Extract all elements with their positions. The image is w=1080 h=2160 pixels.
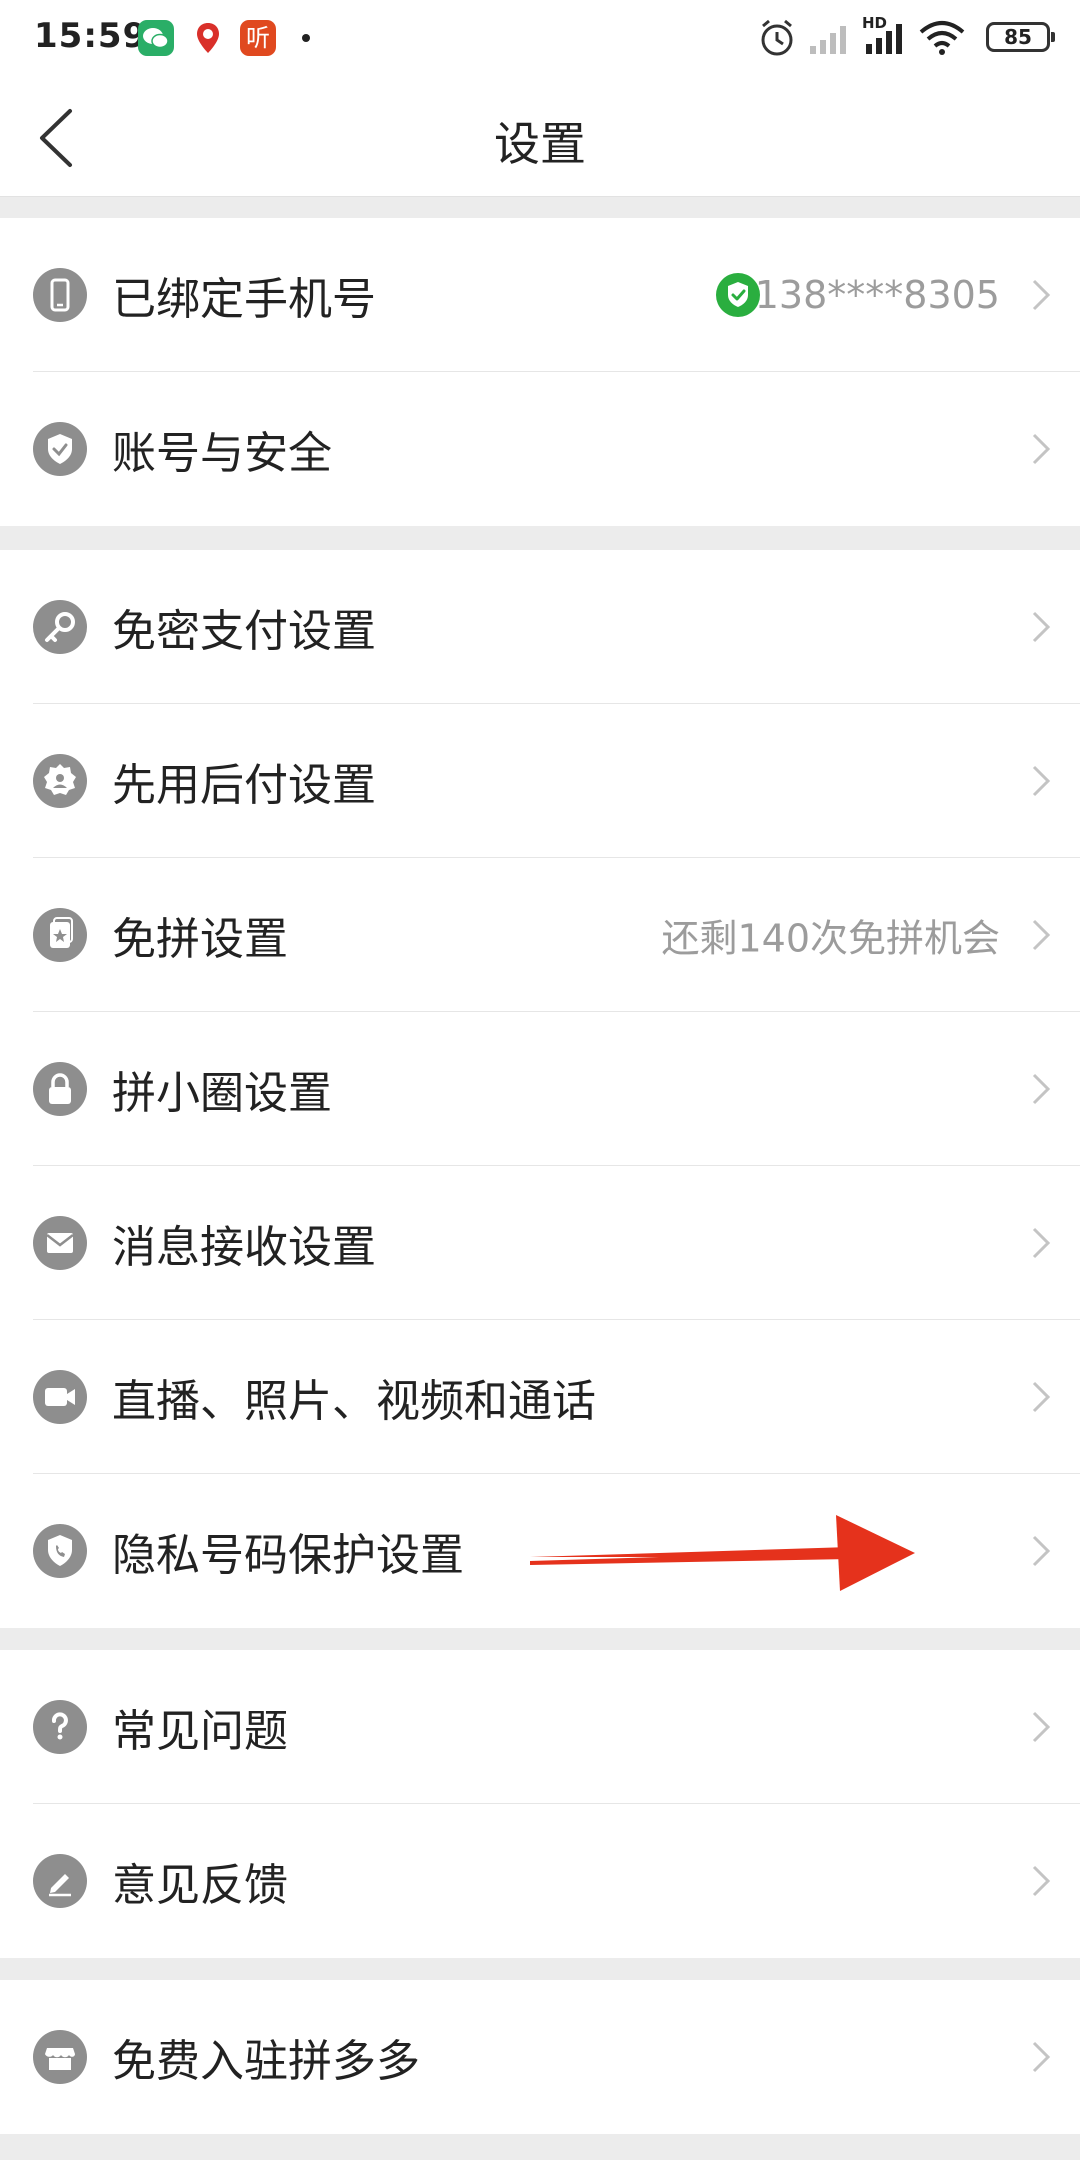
row-media-call-settings[interactable]: 直播、照片、视频和通话 — [0, 1320, 1080, 1474]
annotation-arrow-icon — [530, 1515, 915, 1591]
chevron-right-icon — [1032, 1073, 1051, 1105]
row-password-free-payment[interactable]: 免密支付设置 — [0, 550, 1080, 704]
row-group-free[interactable]: 免拼设置 还剩140次免拼机会 — [0, 858, 1080, 1012]
map-pin-icon — [190, 20, 226, 56]
alarm-icon — [761, 19, 793, 56]
row-merchant-join[interactable]: 免费入驻拼多多 — [0, 1980, 1080, 2134]
settings-group-merchant: 免费入驻拼多多 — [0, 1980, 1080, 2134]
row-label: 隐私号码保护设置 — [112, 1530, 464, 1581]
row-pay-later[interactable]: 先用后付设置 — [0, 704, 1080, 858]
chevron-right-icon — [1032, 1535, 1051, 1567]
row-label: 常见问题 — [112, 1706, 288, 1757]
video-camera-icon — [33, 1370, 87, 1424]
status-bar: 15:59 听 HD 85 — [0, 0, 1080, 78]
key-icon — [33, 600, 87, 654]
badge-user-icon — [33, 754, 87, 808]
store-icon — [33, 2030, 87, 2084]
chevron-right-icon — [1032, 279, 1051, 311]
signal-weak-icon — [810, 26, 846, 54]
battery-indicator: 85 — [986, 22, 1055, 52]
chevron-right-icon — [1032, 1227, 1051, 1259]
phone-icon — [33, 268, 87, 322]
nav-bar: 设置 — [0, 78, 1080, 197]
chevron-right-icon — [1032, 2041, 1051, 2073]
chevron-right-icon — [1032, 919, 1051, 951]
row-label: 直播、照片、视频和通话 — [112, 1376, 596, 1427]
row-bound-phone[interactable]: 已绑定手机号 138****8305 — [0, 218, 1080, 372]
row-message-settings[interactable]: 消息接收设置 — [0, 1166, 1080, 1320]
row-label: 免拼设置 — [112, 914, 288, 965]
row-label: 账号与安全 — [112, 428, 332, 479]
shield-check-icon — [33, 422, 87, 476]
wifi-icon — [919, 21, 965, 55]
card-star-icon — [33, 908, 87, 962]
row-label: 免费入驻拼多多 — [112, 2036, 420, 2087]
chevron-right-icon — [1032, 1711, 1051, 1743]
chevron-right-icon — [1032, 611, 1051, 643]
settings-group-features: 免密支付设置 先用后付设置 免拼设置 还剩140次免拼机会 拼小圈设置 消息接收… — [0, 550, 1080, 1628]
page-title: 设置 — [494, 117, 586, 171]
shield-phone-icon — [33, 1524, 87, 1578]
row-account-security[interactable]: 账号与安全 — [0, 372, 1080, 526]
row-label: 已绑定手机号 — [112, 274, 376, 325]
lock-icon — [33, 1062, 87, 1116]
row-label: 拼小圈设置 — [112, 1068, 332, 1119]
settings-group-account: 已绑定手机号 138****8305 账号与安全 — [0, 218, 1080, 526]
question-icon — [33, 1700, 87, 1754]
row-feedback[interactable]: 意见反馈 — [0, 1804, 1080, 1958]
wechat-icon — [138, 20, 174, 56]
chevron-right-icon — [1032, 1865, 1051, 1897]
row-faq[interactable]: 常见问题 — [0, 1650, 1080, 1804]
signal-strong-icon — [866, 24, 902, 54]
phone-number-value: 138****8305 — [754, 273, 1000, 317]
chevron-right-icon — [1032, 765, 1051, 797]
pen-icon — [33, 1854, 87, 1908]
row-label: 消息接收设置 — [112, 1222, 376, 1273]
notification-dot — [302, 34, 310, 42]
settings-group-help: 常见问题 意见反馈 — [0, 1650, 1080, 1958]
group-free-remaining-value: 还剩140次免拼机会 — [661, 916, 1000, 961]
row-label: 免密支付设置 — [112, 606, 376, 657]
row-circle-settings[interactable]: 拼小圈设置 — [0, 1012, 1080, 1166]
row-label: 意见反馈 — [112, 1860, 288, 1911]
envelope-icon — [33, 1216, 87, 1270]
chevron-right-icon — [1032, 1381, 1051, 1413]
listen-app-icon: 听 — [240, 20, 276, 56]
chevron-right-icon — [1032, 433, 1051, 465]
status-time: 15:59 — [34, 16, 148, 56]
row-label: 先用后付设置 — [112, 760, 376, 811]
